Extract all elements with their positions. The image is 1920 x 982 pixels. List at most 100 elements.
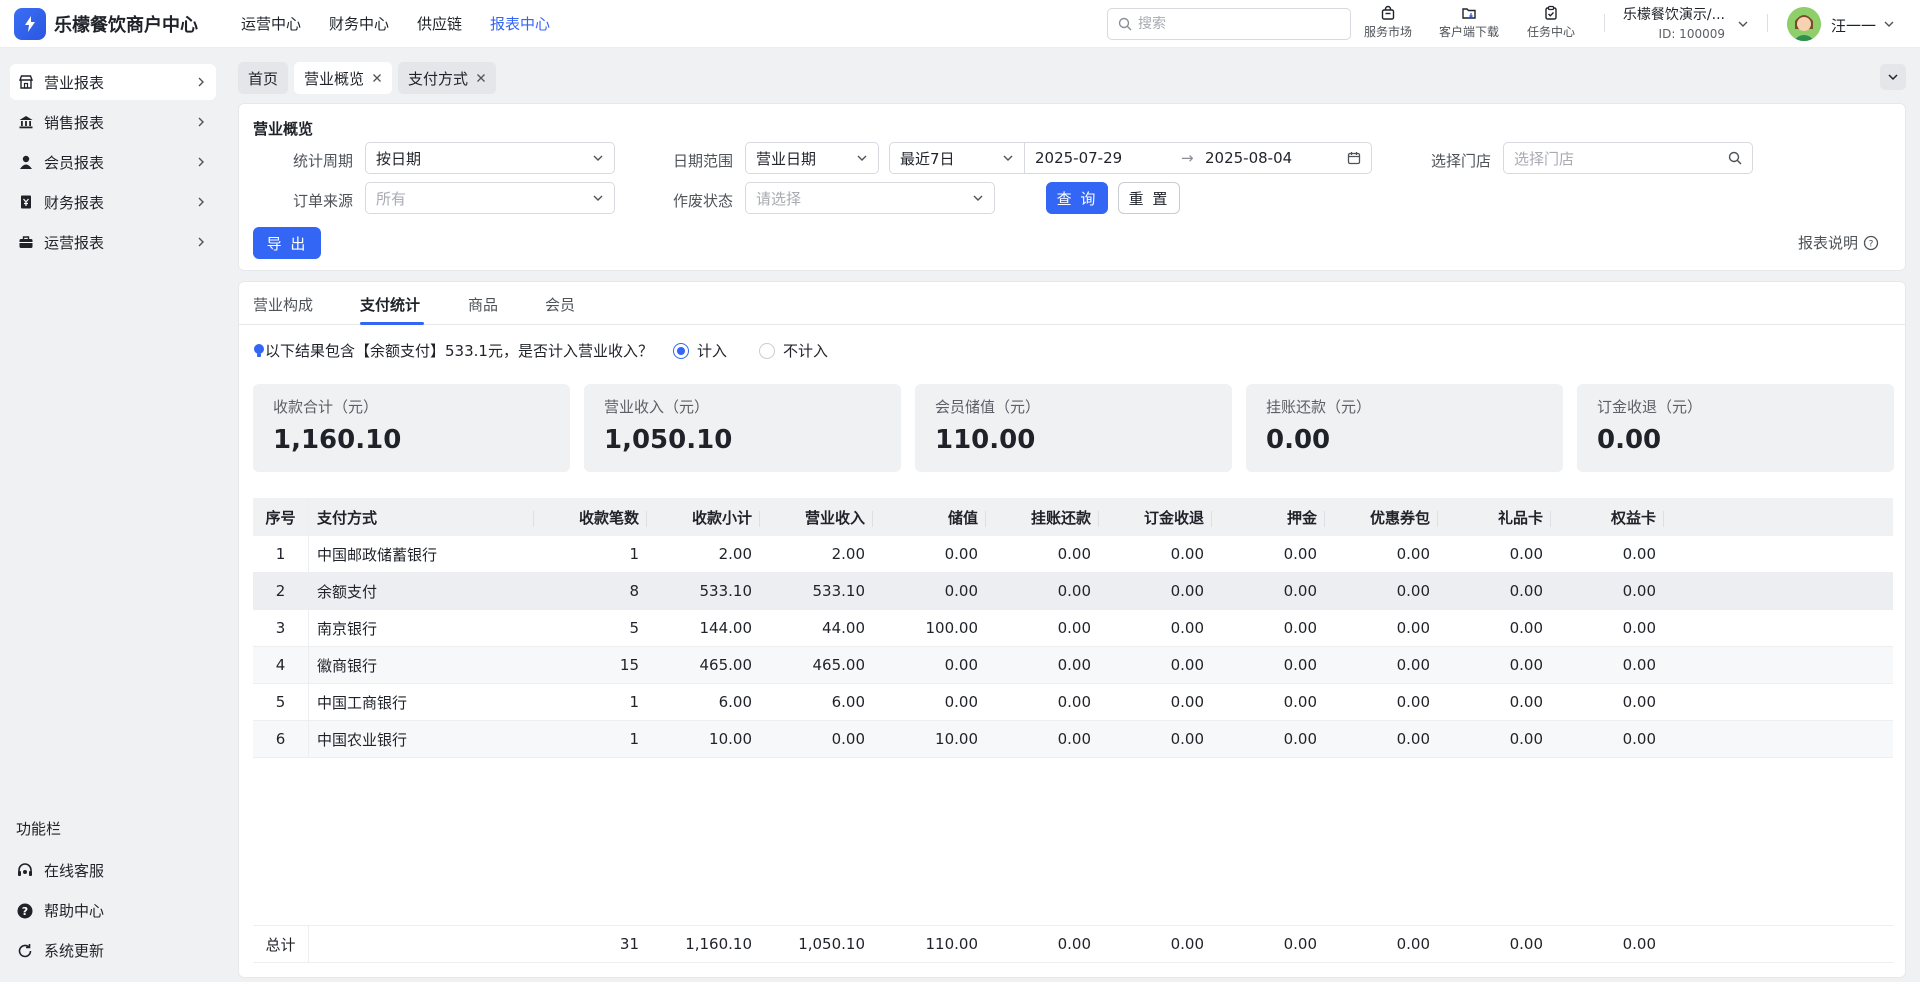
range-preset-select[interactable]: 最近7日	[889, 142, 1024, 174]
table-cell: 0.00	[1283, 730, 1317, 748]
void-select[interactable]: 请选择	[745, 182, 995, 214]
subtab-members[interactable]: 会员	[545, 294, 575, 315]
table-cell: 8	[629, 582, 639, 600]
table-row[interactable]: 6 中国农业银行 1 10.00 0.00 10.00 0.00 0.00 0.00 0.00 0.…	[253, 721, 1893, 758]
sidebar-item-member-report[interactable]: 会员报表	[10, 144, 216, 180]
help-center-label: 帮助中心	[44, 902, 105, 920]
footer-cell: 110.00	[925, 935, 979, 953]
summary-card: 订金收退（元） 0.00	[1577, 384, 1894, 472]
chevron-down-icon[interactable]	[1883, 18, 1895, 30]
service-market-button[interactable]: 服务市场	[1364, 5, 1412, 40]
table-cell: 0.00	[1057, 656, 1091, 674]
system-update-button[interactable]: 系统更新	[16, 940, 104, 961]
footer-cell: 0.00	[1396, 935, 1430, 953]
card-label: 挂账还款（元）	[1266, 398, 1372, 416]
logo[interactable]: 乐檬餐饮商户中心	[14, 7, 232, 40]
chevron-down-icon	[593, 155, 603, 161]
sidebar-item-finance-report[interactable]: 财务报表	[10, 184, 216, 220]
avatar[interactable]	[1787, 7, 1821, 41]
card-label: 会员储值（元）	[935, 398, 1041, 416]
table-cell: 0.00	[1057, 730, 1091, 748]
period-value: 按日期	[376, 149, 422, 168]
close-icon[interactable]	[476, 73, 486, 83]
tabs-menu-button[interactable]	[1880, 64, 1906, 90]
user-name[interactable]: 汪一一	[1831, 15, 1876, 36]
table-cell: 0.00	[1509, 545, 1543, 563]
help-center-button[interactable]: ? 帮助中心	[16, 900, 104, 921]
summary-card: 收款合计（元） 1,160.10	[253, 384, 570, 472]
table-row[interactable]: 3 南京银行 5 144.00 44.00 100.00 0.00 0.00 0.00 0.00 0…	[253, 610, 1893, 647]
table-row[interactable]: 4 徽商银行 15 465.00 465.00 0.00 0.00 0.00 0.00 0.00 0…	[253, 647, 1893, 684]
export-button[interactable]: 导 出	[253, 227, 321, 259]
table-cell: 0.00	[1509, 656, 1543, 674]
topnav-operation[interactable]: 运营中心	[241, 13, 301, 34]
table-cell: 0.00	[1622, 730, 1656, 748]
page-tabs: 首页 营业概览 支付方式	[238, 62, 502, 94]
table-cell: 0.00	[1509, 619, 1543, 637]
date-start[interactable]: 2025-07-29	[1035, 149, 1181, 167]
subtab-payment-stats[interactable]: 支付统计	[360, 294, 420, 315]
table-cell: 465.00	[699, 656, 753, 674]
headset-icon	[18, 862, 32, 876]
store-select[interactable]: 选择门店	[1503, 142, 1753, 174]
table-cell: 0.00	[1509, 693, 1543, 711]
task-center-button[interactable]: 任务中心	[1527, 5, 1575, 40]
topnav-supply[interactable]: 供应链	[417, 13, 462, 34]
topnav-reports[interactable]: 报表中心	[490, 13, 550, 34]
table-cell: 1	[629, 693, 639, 711]
footer-cell: 1,160.10	[685, 935, 752, 953]
table-cell: 144.00	[699, 619, 753, 637]
table-cell: 0.00	[1622, 582, 1656, 600]
period-select[interactable]: 按日期	[365, 142, 615, 174]
report-panel: 营业构成 支付统计 商品 会员 以下结果包含【余额支付】533.1元，是否计入营…	[238, 281, 1906, 978]
void-placeholder: 请选择	[756, 189, 802, 208]
subtab-products[interactable]: 商品	[468, 294, 498, 315]
column-header: 收款小计	[647, 507, 760, 528]
table-cell: 3	[253, 610, 309, 646]
chevron-right-icon	[198, 157, 204, 167]
query-button[interactable]: 查 询	[1046, 182, 1108, 214]
table-row[interactable]: 5 中国工商银行 1 6.00 6.00 0.00 0.00 0.00 0.00 0.00 0.00…	[253, 684, 1893, 721]
client-download-button[interactable]: 客户端下载	[1439, 5, 1499, 40]
table-footer: 总计 31 1,160.10 1,050.10 110.00 0.00 0.00…	[253, 925, 1893, 963]
sidebar-item-business-report[interactable]: 营业报表	[10, 64, 216, 100]
column-header: 押金	[1212, 507, 1325, 528]
topnav-finance[interactable]: 财务中心	[329, 13, 389, 34]
include-radio[interactable]: 计入	[672, 340, 727, 361]
subtab-composition[interactable]: 营业构成	[253, 294, 313, 315]
table-cell: 0.00	[1509, 730, 1543, 748]
sidebar-item-sales-report[interactable]: 销售报表	[10, 104, 216, 140]
account-switcher[interactable]: 乐檬餐饮演示/... ID: 100009	[1620, 4, 1725, 41]
column-header: 储值	[873, 507, 986, 528]
table-row[interactable]: 1 中国邮政储蓄银行 1 2.00 2.00 0.00 0.00 0.00 0.00 0.00 0.…	[253, 536, 1893, 573]
date-range-picker[interactable]: 2025-07-29 → 2025-08-04	[1024, 142, 1372, 174]
online-support-button[interactable]: 在线客服	[16, 860, 104, 881]
active-tab-indicator	[360, 322, 424, 325]
briefcase-icon	[19, 236, 33, 248]
chevron-down-icon[interactable]	[1737, 18, 1749, 30]
close-icon[interactable]	[372, 73, 382, 83]
include-label: 计入	[696, 342, 727, 360]
report-help-link[interactable]: 报表说明 ?	[1798, 232, 1879, 253]
exclude-radio[interactable]: 不计入	[758, 340, 828, 361]
search-input[interactable]	[1138, 16, 1328, 32]
tab-home[interactable]: 首页	[238, 62, 289, 94]
table-cell: 100.00	[925, 619, 979, 637]
table-row[interactable]: 2 余额支付 8 533.10 533.10 0.00 0.00 0.00 0.00 0.00 0.…	[253, 573, 1893, 610]
tab-payment-methods[interactable]: 支付方式	[398, 62, 497, 94]
table-cell: 0.00	[1283, 693, 1317, 711]
search-box[interactable]	[1107, 8, 1351, 40]
summary-cards: 收款合计（元） 1,160.10 营业收入（元） 1,050.10 会员储值（元…	[253, 384, 1894, 472]
summary-card: 会员储值（元） 110.00	[915, 384, 1232, 472]
tab-business-overview[interactable]: 营业概览	[294, 62, 393, 94]
refresh-icon	[18, 943, 32, 957]
source-select[interactable]: 所有	[365, 182, 615, 214]
range-type-select[interactable]: 营业日期	[745, 142, 879, 174]
date-end[interactable]: 2025-08-04	[1205, 149, 1347, 167]
card-label: 营业收入（元）	[604, 398, 710, 416]
range-arrow-icon: →	[1181, 149, 1194, 167]
table-cell: 533.10	[812, 582, 866, 600]
reset-button[interactable]: 重 置	[1118, 182, 1180, 214]
sidebar-item-operation-report[interactable]: 运营报表	[10, 224, 216, 260]
sidebar: 营业报表 销售报表 会员报表 财务报表 运营报表 功能栏 在线客服 ? 帮助中心…	[0, 48, 225, 982]
